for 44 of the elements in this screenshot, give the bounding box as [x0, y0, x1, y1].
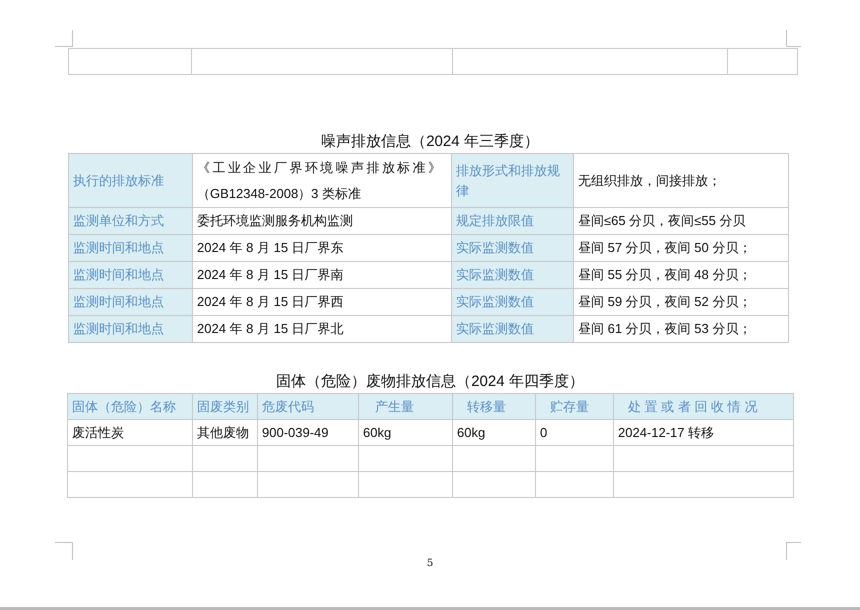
table-cell: 2024 年 8 月 15 日厂界南 [192, 262, 452, 288]
table-cell: 实际监测数值 [452, 262, 574, 288]
table-cell: 实际监测数值 [452, 234, 574, 262]
table-cell [728, 48, 798, 74]
table-cell: 900-039-49 [258, 420, 358, 446]
table-cell: 2024-12-17 转移 [614, 420, 794, 446]
table-cell: 其他废物 [192, 420, 258, 446]
table-cell: 监测时间和地点 [68, 262, 192, 288]
table-cell: 昼间 59 分贝，夜间 52 分贝； [574, 288, 788, 316]
table-cell: 实际监测数值 [452, 288, 574, 316]
table-cell: 排放形式和排放规律 [452, 154, 574, 208]
table-cell: 规定排放限值 [452, 208, 574, 234]
table-cell [192, 472, 258, 498]
table-cell: 贮存量 [536, 394, 614, 420]
table-cell: 2024 年 8 月 15 日厂界西 [192, 288, 452, 316]
table-cell: 60kg [452, 420, 536, 446]
table-cell: 实际监测数值 [452, 316, 574, 342]
section-title: 固体（危险）废物排放信息（2024 年四季度） [275, 372, 585, 392]
section-title: 噪声排放信息（2024 年三季度） [320, 132, 540, 152]
table-cell: 监测单位和方式 [68, 208, 192, 234]
table-cell: 无组织排放，间接排放； [574, 154, 788, 208]
table-cell: 执行的排放标准 [68, 154, 192, 208]
table-cell: 处 置 或 者 回 收 情 况 [614, 394, 794, 420]
table-cell: 60kg [358, 420, 452, 446]
table-cell: 2024 年 8 月 15 日厂界北 [192, 316, 452, 342]
table-cell: 转移量 [452, 394, 536, 420]
table-cell: 2024 年 8 月 15 日厂界东 [192, 234, 452, 262]
table-cell: 昼间 55 分贝，夜间 48 分贝； [574, 262, 788, 288]
table-cell: 产生量 [358, 394, 452, 420]
table-cell: 固体（危险）名称 [68, 394, 192, 420]
table-cell: 监测时间和地点 [68, 234, 192, 262]
table-cell: 0 [536, 420, 614, 446]
table-cell: 监测时间和地点 [68, 316, 192, 342]
table-cell: 固废类别 [192, 394, 258, 420]
table-cell [192, 446, 258, 472]
table-cell: 昼间 57 分贝，夜间 50 分贝； [574, 234, 788, 262]
table-cell: 监测时间和地点 [68, 288, 192, 316]
table-cell: 危废代码 [258, 394, 358, 420]
table-cell: 废活性炭 [68, 420, 192, 446]
table-cell: 昼间≤65 分贝，夜间≤55 分贝 [574, 208, 788, 234]
table-cell: 《工业企业厂界环境噪声排放标准》 （GB12348-2008）3 类标准 [192, 154, 452, 208]
table-cell: 昼间 61 分贝，夜间 53 分贝； [574, 316, 788, 342]
table-cell: 委托环境监测服务机构监测 [192, 208, 452, 234]
page-number: 5 [426, 557, 434, 571]
